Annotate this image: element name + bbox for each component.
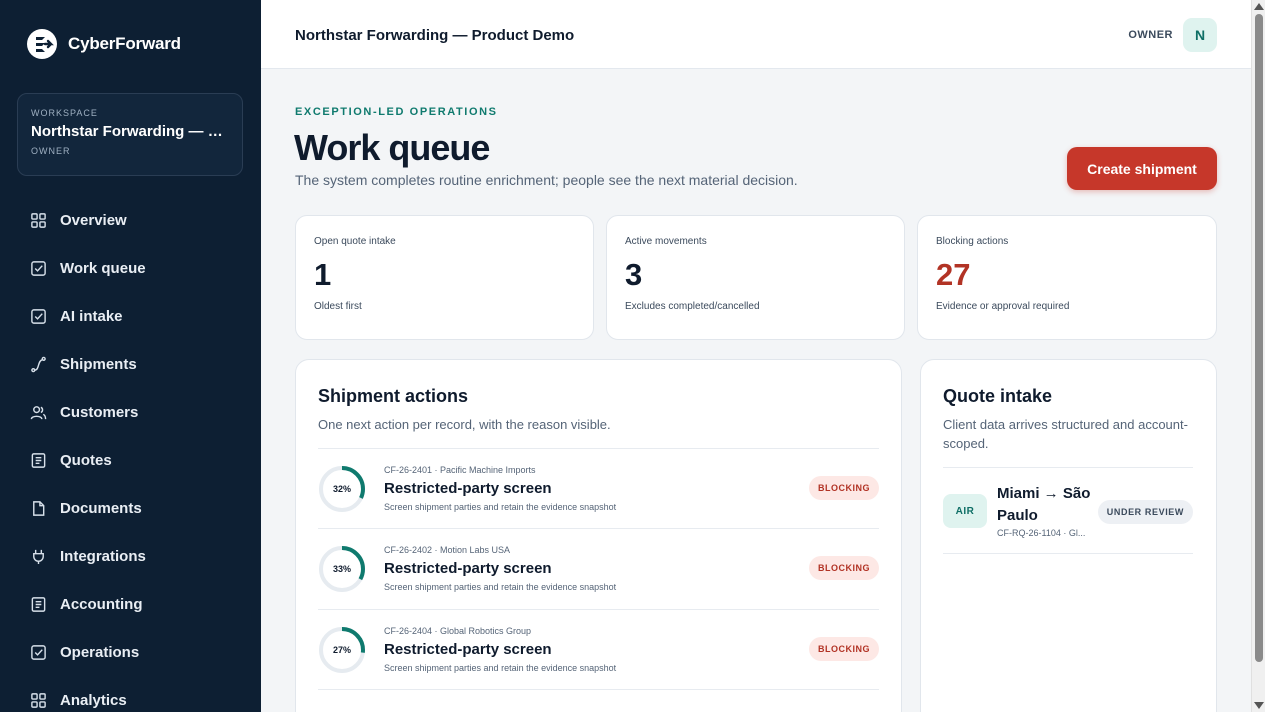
sidebar-item-customers[interactable]: Customers bbox=[0, 388, 261, 436]
sidebar-item-label: AI intake bbox=[60, 307, 123, 325]
panel-subtitle: One next action per record, with the rea… bbox=[318, 417, 611, 432]
quote-reference: CF-RQ-26-1104 · Gl... bbox=[997, 528, 1086, 538]
stat-value: 27 bbox=[936, 257, 971, 292]
stat-label: Active movements bbox=[625, 236, 707, 247]
create-shipment-button[interactable]: Create shipment bbox=[1067, 147, 1217, 190]
list-doc-icon bbox=[29, 451, 47, 469]
top-bar: Northstar Forwarding — Product Demo OWNE… bbox=[261, 0, 1251, 69]
route-icon bbox=[29, 355, 47, 373]
progress-percent: 32% bbox=[332, 484, 351, 494]
sidebar-item-integrations[interactable]: Integrations bbox=[0, 532, 261, 580]
sidebar-item-label: Accounting bbox=[60, 595, 143, 613]
action-description: Screen shipment parties and retain the e… bbox=[384, 582, 617, 592]
panel-subtitle: Client data arrives structured and accou… bbox=[943, 417, 1188, 451]
plug-icon bbox=[29, 547, 47, 565]
divider bbox=[318, 689, 879, 690]
action-title: Restricted-party screen bbox=[384, 480, 552, 497]
scrollbar[interactable] bbox=[1251, 0, 1265, 712]
sidebar-item-label: Overview bbox=[60, 211, 127, 229]
checkbox-icon bbox=[29, 307, 47, 325]
stat-value: 1 bbox=[314, 257, 332, 292]
mode-tag: AIR bbox=[943, 494, 987, 528]
sidebar-item-accounting[interactable]: Accounting bbox=[0, 580, 261, 628]
quote-route: Miami → São Paulo bbox=[997, 485, 1091, 524]
sidebar-item-operations[interactable]: Operations bbox=[0, 628, 261, 676]
grid-icon bbox=[29, 211, 47, 229]
sidebar-item-analytics[interactable]: Analytics bbox=[0, 676, 261, 712]
action-title: Restricted-party screen bbox=[384, 641, 552, 658]
stat-label: Blocking actions bbox=[936, 236, 1009, 247]
page-eyebrow: EXCEPTION-LED OPERATIONS bbox=[295, 106, 498, 118]
status-badge: UNDER REVIEW bbox=[1097, 500, 1193, 524]
action-row[interactable]: 32% CF-26-2401 · Pacific Machine Imports… bbox=[318, 448, 879, 529]
panel-title: Shipment actions bbox=[318, 386, 469, 406]
action-row[interactable]: 27% CF-26-2404 · Global Robotics Group R… bbox=[318, 609, 879, 690]
sidebar-item-label: Customers bbox=[60, 403, 139, 421]
brand-logo-icon bbox=[27, 29, 57, 59]
scroll-up-icon[interactable] bbox=[1254, 3, 1264, 10]
blocking-badge: BLOCKING bbox=[809, 637, 879, 661]
stat-card-blocking-actions: Blocking actions 27 Evidence or approval… bbox=[917, 215, 1217, 340]
action-description: Screen shipment parties and retain the e… bbox=[384, 663, 617, 673]
panel-title: Quote intake bbox=[943, 386, 1053, 406]
scroll-down-icon[interactable] bbox=[1254, 702, 1264, 709]
sidebar-item-label: Documents bbox=[60, 499, 142, 517]
sidebar-item-label: Analytics bbox=[60, 691, 127, 709]
checkbox-icon bbox=[29, 643, 47, 661]
sidebar-item-label: Quotes bbox=[60, 451, 112, 469]
brand-name: CyberForward bbox=[68, 34, 181, 53]
grid-icon bbox=[29, 691, 47, 709]
sidebar-item-label: Integrations bbox=[60, 547, 146, 565]
action-row[interactable]: 33% CF-26-2402 · Motion Labs USA Restric… bbox=[318, 528, 879, 609]
page-subtitle: The system completes routine enrichment;… bbox=[295, 172, 798, 188]
sidebar-item-label: Shipments bbox=[60, 355, 137, 373]
action-title: Restricted-party screen bbox=[384, 560, 552, 577]
action-reference: CF-26-2402 · Motion Labs USA bbox=[384, 545, 511, 555]
progress-percent: 27% bbox=[332, 645, 351, 655]
shipment-actions-panel: Shipment actions One next action per rec… bbox=[295, 359, 902, 712]
action-reference: CF-26-2404 · Global Robotics Group bbox=[384, 626, 532, 636]
workspace-title: Northstar Forwarding — Product Demo bbox=[295, 27, 575, 44]
sidebar-item-overview[interactable]: Overview bbox=[0, 196, 261, 244]
avatar[interactable]: N bbox=[1183, 18, 1217, 52]
sidebar: CyberForward WORKSPACE Northstar Forward… bbox=[0, 0, 261, 712]
workspace-role: OWNER bbox=[31, 146, 71, 156]
stat-card-active-movements: Active movements 3 Excludes completed/ca… bbox=[606, 215, 905, 340]
sidebar-item-ai-intake[interactable]: AI intake bbox=[0, 292, 261, 340]
scroll-thumb[interactable] bbox=[1255, 14, 1263, 662]
quote-intake-panel: Quote intake Client data arrives structu… bbox=[920, 359, 1217, 712]
stat-note: Oldest first bbox=[314, 301, 362, 312]
sidebar-item-label: Operations bbox=[60, 643, 140, 661]
sidebar-item-work-queue[interactable]: Work queue bbox=[0, 244, 261, 292]
checkbox-icon bbox=[29, 259, 47, 277]
stat-label: Open quote intake bbox=[314, 236, 396, 247]
user-role: OWNER bbox=[1128, 29, 1173, 41]
users-icon bbox=[29, 403, 47, 421]
action-description: Screen shipment parties and retain the e… bbox=[384, 502, 617, 512]
stat-note: Evidence or approval required bbox=[936, 301, 1070, 312]
quote-item[interactable]: AIR Miami → São Paulo CF-RQ-26-1104 · Gl… bbox=[943, 467, 1193, 554]
sidebar-item-shipments[interactable]: Shipments bbox=[0, 340, 261, 388]
list-doc-icon bbox=[29, 595, 47, 613]
stat-note: Excludes completed/cancelled bbox=[625, 301, 760, 312]
workspace-label: WORKSPACE bbox=[31, 108, 98, 118]
progress-percent: 33% bbox=[332, 564, 351, 574]
sidebar-item-documents[interactable]: Documents bbox=[0, 484, 261, 532]
stat-card-open-quote-intake: Open quote intake 1 Oldest first bbox=[295, 215, 594, 340]
sidebar-nav: Overview Work queue AI intake Shipments … bbox=[0, 196, 261, 712]
sidebar-item-quotes[interactable]: Quotes bbox=[0, 436, 261, 484]
brand[interactable]: CyberForward bbox=[26, 28, 181, 60]
sidebar-item-label: Work queue bbox=[60, 259, 146, 277]
workspace-name: Northstar Forwarding — Product Demo bbox=[31, 123, 229, 140]
blocking-badge: BLOCKING bbox=[809, 476, 879, 500]
page-title: Work queue bbox=[294, 127, 490, 168]
action-reference: CF-26-2401 · Pacific Machine Imports bbox=[384, 465, 536, 475]
stat-value: 3 bbox=[625, 257, 643, 292]
blocking-badge: BLOCKING bbox=[809, 556, 879, 580]
file-icon bbox=[29, 499, 47, 517]
workspace-switcher[interactable]: WORKSPACE Northstar Forwarding — Product… bbox=[17, 93, 243, 176]
